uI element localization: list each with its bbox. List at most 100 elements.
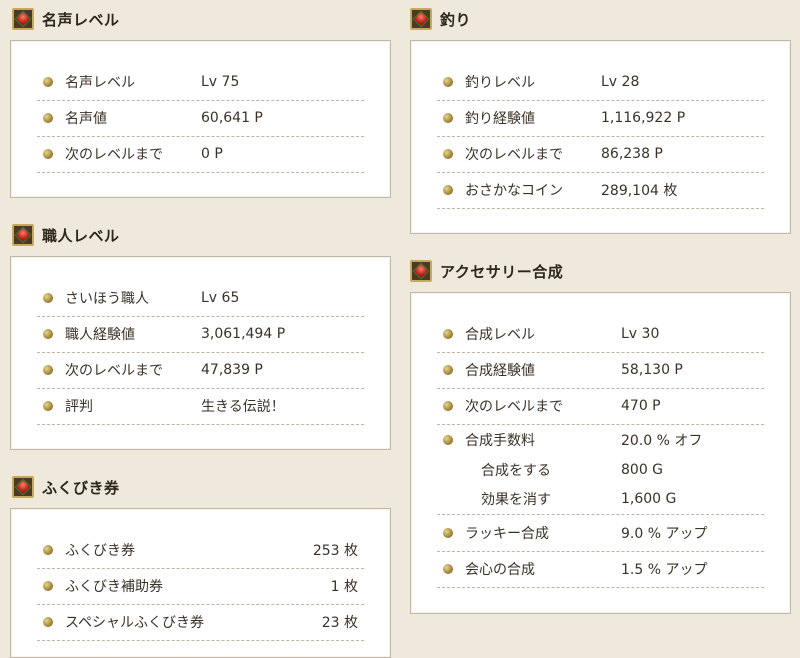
stat-row-synth-critical: 会心の合成 1.5 % アップ [437, 551, 764, 588]
stat-value: 23 枚 [321, 615, 358, 631]
stat-row-lottery-support: ふくびき補助券 1 枚 [37, 568, 364, 605]
lottery-section-header: ふくびき券 [12, 474, 120, 500]
stat-row-craft-exp: 職人経験値 3,061,494 P [37, 316, 364, 353]
stat-row-fishing-coin: おさかなコイン 289,104 枚 [437, 172, 764, 209]
stat-value: 86,238 P [601, 146, 663, 162]
bullet-icon [443, 435, 453, 445]
stat-subrow-synth-remove: 効果を消す 1,600 G [437, 483, 764, 515]
bullet-icon [443, 365, 453, 375]
stat-value: 58,130 P [621, 362, 683, 378]
stat-row-synth-next: 次のレベルまで 470 P [437, 388, 764, 425]
stat-label: 名声レベル [65, 75, 135, 91]
stat-row-fame-level: 名声レベル Lv 75 [37, 64, 364, 101]
stat-row-synth-fee: 合成手数料 20.0 % オフ [437, 424, 764, 456]
gem-icon [410, 8, 432, 30]
bullet-icon [443, 528, 453, 538]
stat-value: 253 枚 [312, 543, 358, 559]
stat-value: 0 P [201, 146, 223, 162]
bullet-icon [43, 617, 53, 627]
stat-label: 評判 [65, 399, 93, 415]
stat-label: 合成経験値 [465, 363, 535, 379]
stat-label: さいほう職人 [65, 291, 149, 307]
stat-row-fishing-next: 次のレベルまで 86,238 P [437, 136, 764, 173]
bullet-icon [43, 113, 53, 123]
stat-row-lottery-ticket: ふくびき券 253 枚 [37, 532, 364, 569]
bullet-icon [43, 401, 53, 411]
stat-value: 9.0 % アップ [621, 526, 708, 542]
stat-row-fame-next: 次のレベルまで 0 P [37, 136, 364, 173]
stat-value: Lv 28 [601, 74, 640, 90]
stat-row-fame-points: 名声値 60,641 P [37, 100, 364, 137]
gem-icon [12, 476, 34, 498]
stat-value: 470 P [621, 398, 661, 414]
stat-subvalue: 1,600 G [621, 490, 677, 507]
stat-subvalue: 800 G [621, 461, 664, 478]
stat-row-synth-level: 合成レベル Lv 30 [437, 316, 764, 353]
stat-row-craft-reputation: 評判 生きる伝説！ [37, 388, 364, 425]
bullet-icon [43, 77, 53, 87]
stat-label: 職人経験値 [65, 327, 135, 343]
stat-row-fishing-exp: 釣り経験値 1,116,922 P [437, 100, 764, 137]
lottery-section-title: ふくびき券 [42, 478, 120, 497]
fishing-section-title: 釣り [440, 10, 472, 29]
lottery-panel: ふくびき券 253 枚 ふくびき補助券 1 枚 スペシャルふくびき券 23 枚 [10, 508, 391, 658]
stat-label: 次のレベルまで [465, 399, 563, 415]
accessory-section-header: アクセサリー合成 [410, 258, 563, 284]
stat-value: 1 枚 [330, 579, 358, 595]
craft-panel: さいほう職人 Lv 65 職人経験値 3,061,494 P 次のレベルまで 4… [10, 256, 391, 450]
bullet-icon [443, 401, 453, 411]
stat-value: 1.5 % アップ [621, 562, 708, 578]
gem-icon [12, 224, 34, 246]
bullet-icon [43, 329, 53, 339]
craft-section-title: 職人レベル [42, 226, 120, 245]
bullet-icon [43, 293, 53, 303]
gem-icon [410, 260, 432, 282]
stat-value: 生きる伝説！ [201, 399, 285, 415]
bullet-icon [443, 113, 453, 123]
accessory-panel: 合成レベル Lv 30 合成経験値 58,130 P 次のレベルまで 470 P… [410, 292, 791, 614]
stat-label: ラッキー合成 [465, 526, 549, 542]
stat-row-craft-type: さいほう職人 Lv 65 [37, 280, 364, 317]
stat-row-synth-lucky: ラッキー合成 9.0 % アップ [437, 515, 764, 552]
stat-value: 47,839 P [201, 362, 263, 378]
stat-label: おさかなコイン [465, 183, 563, 199]
stat-value: Lv 30 [621, 326, 660, 342]
gem-icon [12, 8, 34, 30]
bullet-icon [443, 329, 453, 339]
stat-label: 釣り経験値 [465, 111, 535, 127]
stat-sublabel: 合成をする [481, 462, 551, 479]
stat-row-craft-next: 次のレベルまで 47,839 P [37, 352, 364, 389]
bullet-icon [443, 564, 453, 574]
fishing-section-header: 釣り [410, 6, 471, 32]
stat-value: 60,641 P [201, 110, 263, 126]
bullet-icon [43, 545, 53, 555]
bullet-icon [43, 149, 53, 159]
stat-sublabel: 効果を消す [481, 491, 551, 508]
craft-section-header: 職人レベル [12, 222, 120, 248]
stat-value: 20.0 % オフ [621, 433, 703, 449]
stat-label: ふくびき補助券 [65, 579, 163, 595]
stat-value: 289,104 枚 [601, 183, 678, 199]
stat-label: 次のレベルまで [65, 363, 163, 379]
stat-row-lottery-special: スペシャルふくびき券 23 枚 [37, 604, 364, 641]
stat-label: スペシャルふくびき券 [65, 615, 205, 631]
stat-label: 次のレベルまで [465, 147, 563, 163]
stat-value: 3,061,494 P [201, 326, 286, 342]
stat-label: ふくびき券 [65, 543, 135, 559]
stat-row-synth-exp: 合成経験値 58,130 P [437, 352, 764, 389]
stat-label: 釣りレベル [465, 75, 535, 91]
bullet-icon [443, 185, 453, 195]
stat-subrow-synth-do: 合成をする 800 G [437, 456, 764, 483]
stat-label: 名声値 [65, 111, 107, 127]
stat-label: 会心の合成 [465, 562, 535, 578]
stat-value: 1,116,922 P [601, 110, 686, 126]
accessory-section-title: アクセサリー合成 [440, 262, 564, 281]
bullet-icon [43, 581, 53, 591]
stat-label: 合成手数料 [465, 433, 535, 449]
bullet-icon [443, 77, 453, 87]
fame-panel: 名声レベル Lv 75 名声値 60,641 P 次のレベルまで 0 P [10, 40, 391, 198]
stat-value: Lv 65 [201, 290, 240, 306]
stat-value: Lv 75 [201, 74, 240, 90]
stat-label: 合成レベル [465, 327, 535, 343]
fishing-panel: 釣りレベル Lv 28 釣り経験値 1,116,922 P 次のレベルまで 86… [410, 40, 791, 234]
